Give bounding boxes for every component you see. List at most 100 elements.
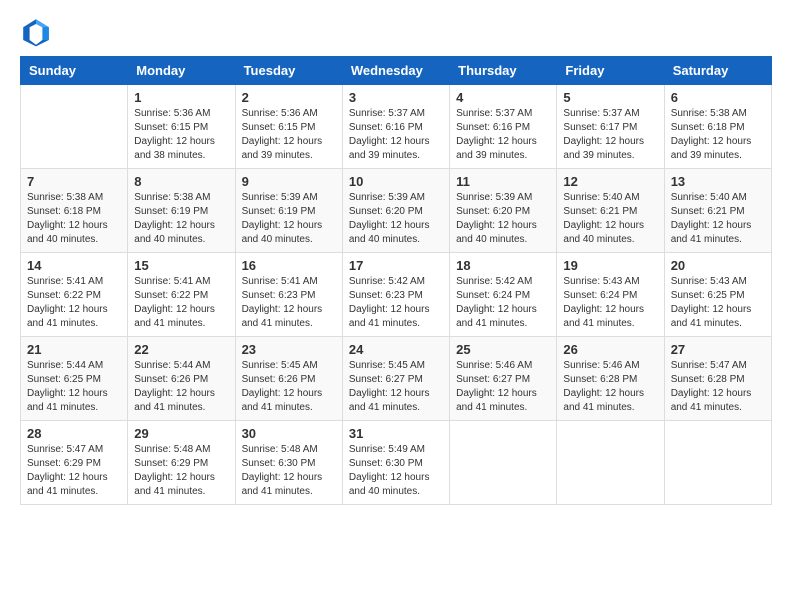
day-cell: 31 Sunrise: 5:49 AM Sunset: 6:30 PM Dayli… bbox=[342, 421, 449, 505]
day-number: 14 bbox=[27, 258, 121, 273]
day-cell: 16 Sunrise: 5:41 AM Sunset: 6:23 PM Dayli… bbox=[235, 253, 342, 337]
day-info: Sunrise: 5:41 AM Sunset: 6:22 PM Dayligh… bbox=[134, 275, 228, 331]
day-number: 8 bbox=[134, 174, 228, 189]
header-wednesday: Wednesday bbox=[342, 57, 449, 85]
day-info: Sunrise: 5:42 AM Sunset: 6:24 PM Dayligh… bbox=[456, 275, 550, 331]
day-info: Sunrise: 5:40 AM Sunset: 6:21 PM Dayligh… bbox=[671, 191, 765, 247]
day-number: 28 bbox=[27, 426, 121, 441]
day-cell bbox=[450, 421, 557, 505]
day-cell: 5 Sunrise: 5:37 AM Sunset: 6:17 PM Daylig… bbox=[557, 85, 664, 169]
calendar-table: SundayMondayTuesdayWednesdayThursdayFrid… bbox=[20, 56, 772, 505]
header-friday: Friday bbox=[557, 57, 664, 85]
day-info: Sunrise: 5:46 AM Sunset: 6:28 PM Dayligh… bbox=[563, 359, 657, 415]
day-info: Sunrise: 5:41 AM Sunset: 6:23 PM Dayligh… bbox=[242, 275, 336, 331]
day-cell: 7Sunrise: 5:38 AM Sunset: 6:18 PM Daylig… bbox=[21, 169, 128, 253]
day-info: Sunrise: 5:40 AM Sunset: 6:21 PM Dayligh… bbox=[563, 191, 657, 247]
day-cell: 14Sunrise: 5:41 AM Sunset: 6:22 PM Dayli… bbox=[21, 253, 128, 337]
day-cell: 29 Sunrise: 5:48 AM Sunset: 6:29 PM Dayli… bbox=[128, 421, 235, 505]
day-cell: 4Sunrise: 5:37 AM Sunset: 6:16 PM Daylig… bbox=[450, 85, 557, 169]
day-info: Sunrise: 5:46 AM Sunset: 6:27 PM Dayligh… bbox=[456, 359, 550, 415]
day-cell: 21 Sunrise: 5:44 AM Sunset: 6:25 PM Dayli… bbox=[21, 337, 128, 421]
day-cell: 15 Sunrise: 5:41 AM Sunset: 6:22 PM Dayli… bbox=[128, 253, 235, 337]
day-number: 27 bbox=[671, 342, 765, 357]
day-number: 4 bbox=[456, 90, 550, 105]
week-row-2: 14 Sunrise: 5:41 AM Sunset: 6:22 PM Dayli… bbox=[21, 253, 772, 337]
day-cell: 10Sunrise: 5:39 AM Sunset: 6:20 PM Dayli… bbox=[342, 169, 449, 253]
day-info: Sunrise: 5:39 AM Sunset: 6:20 PM Dayligh… bbox=[349, 191, 443, 247]
day-info: Sunrise: 5:38 AM Sunset: 6:18 PM Dayligh… bbox=[671, 107, 765, 163]
header-thursday: Thursday bbox=[450, 57, 557, 85]
day-number: 21 bbox=[27, 342, 121, 357]
day-number: 13 bbox=[671, 174, 765, 189]
day-cell: 6 Sunrise: 5:38 AM Sunset: 6:18 PM Daylig… bbox=[664, 85, 771, 169]
day-number: 20 bbox=[671, 258, 765, 273]
day-number: 19 bbox=[563, 258, 657, 273]
day-info: Sunrise: 5:43 AM Sunset: 6:24 PM Dayligh… bbox=[563, 275, 657, 331]
header-tuesday: Tuesday bbox=[235, 57, 342, 85]
logo bbox=[20, 16, 56, 48]
day-info: Sunrise: 5:38 AM Sunset: 6:18 PM Dayligh… bbox=[27, 191, 121, 247]
week-row-3: 21 Sunrise: 5:44 AM Sunset: 6:25 PM Dayli… bbox=[21, 337, 772, 421]
day-number: 11 bbox=[456, 174, 550, 189]
day-cell: 11Sunrise: 5:39 AM Sunset: 6:20 PM Dayli… bbox=[450, 169, 557, 253]
day-cell: 26 Sunrise: 5:46 AM Sunset: 6:28 PM Dayli… bbox=[557, 337, 664, 421]
day-number: 15 bbox=[134, 258, 228, 273]
day-info: Sunrise: 5:42 AM Sunset: 6:23 PM Dayligh… bbox=[349, 275, 443, 331]
day-cell: 8 Sunrise: 5:38 AM Sunset: 6:19 PM Daylig… bbox=[128, 169, 235, 253]
day-cell: 13 Sunrise: 5:40 AM Sunset: 6:21 PM Dayli… bbox=[664, 169, 771, 253]
week-row-1: 7Sunrise: 5:38 AM Sunset: 6:18 PM Daylig… bbox=[21, 169, 772, 253]
day-cell: 1 Sunrise: 5:36 AM Sunset: 6:15 PM Daylig… bbox=[128, 85, 235, 169]
day-number: 29 bbox=[134, 426, 228, 441]
day-cell: 30 Sunrise: 5:48 AM Sunset: 6:30 PM Dayli… bbox=[235, 421, 342, 505]
day-info: Sunrise: 5:45 AM Sunset: 6:27 PM Dayligh… bbox=[349, 359, 443, 415]
day-cell: 24 Sunrise: 5:45 AM Sunset: 6:27 PM Dayli… bbox=[342, 337, 449, 421]
day-number: 31 bbox=[349, 426, 443, 441]
day-cell: 25 Sunrise: 5:46 AM Sunset: 6:27 PM Dayli… bbox=[450, 337, 557, 421]
header bbox=[20, 16, 772, 48]
day-number: 17 bbox=[349, 258, 443, 273]
day-number: 6 bbox=[671, 90, 765, 105]
day-number: 26 bbox=[563, 342, 657, 357]
day-number: 2 bbox=[242, 90, 336, 105]
header-row: SundayMondayTuesdayWednesdayThursdayFrid… bbox=[21, 57, 772, 85]
week-row-4: 28 Sunrise: 5:47 AM Sunset: 6:29 PM Dayli… bbox=[21, 421, 772, 505]
day-info: Sunrise: 5:44 AM Sunset: 6:25 PM Dayligh… bbox=[27, 359, 121, 415]
day-cell bbox=[664, 421, 771, 505]
day-info: Sunrise: 5:44 AM Sunset: 6:26 PM Dayligh… bbox=[134, 359, 228, 415]
day-info: Sunrise: 5:37 AM Sunset: 6:17 PM Dayligh… bbox=[563, 107, 657, 163]
day-cell: 22 Sunrise: 5:44 AM Sunset: 6:26 PM Dayli… bbox=[128, 337, 235, 421]
day-cell: 19 Sunrise: 5:43 AM Sunset: 6:24 PM Dayli… bbox=[557, 253, 664, 337]
day-cell: 27 Sunrise: 5:47 AM Sunset: 6:28 PM Dayli… bbox=[664, 337, 771, 421]
day-info: Sunrise: 5:37 AM Sunset: 6:16 PM Dayligh… bbox=[349, 107, 443, 163]
day-number: 3 bbox=[349, 90, 443, 105]
day-number: 18 bbox=[456, 258, 550, 273]
day-info: Sunrise: 5:38 AM Sunset: 6:19 PM Dayligh… bbox=[134, 191, 228, 247]
day-number: 25 bbox=[456, 342, 550, 357]
day-info: Sunrise: 5:47 AM Sunset: 6:28 PM Dayligh… bbox=[671, 359, 765, 415]
day-cell bbox=[21, 85, 128, 169]
day-number: 16 bbox=[242, 258, 336, 273]
day-info: Sunrise: 5:47 AM Sunset: 6:29 PM Dayligh… bbox=[27, 443, 121, 499]
day-info: Sunrise: 5:45 AM Sunset: 6:26 PM Dayligh… bbox=[242, 359, 336, 415]
day-info: Sunrise: 5:48 AM Sunset: 6:29 PM Dayligh… bbox=[134, 443, 228, 499]
day-info: Sunrise: 5:49 AM Sunset: 6:30 PM Dayligh… bbox=[349, 443, 443, 499]
day-number: 1 bbox=[134, 90, 228, 105]
day-number: 24 bbox=[349, 342, 443, 357]
day-number: 22 bbox=[134, 342, 228, 357]
day-cell: 3 Sunrise: 5:37 AM Sunset: 6:16 PM Daylig… bbox=[342, 85, 449, 169]
day-cell: 18 Sunrise: 5:42 AM Sunset: 6:24 PM Dayli… bbox=[450, 253, 557, 337]
day-info: Sunrise: 5:43 AM Sunset: 6:25 PM Dayligh… bbox=[671, 275, 765, 331]
header-sunday: Sunday bbox=[21, 57, 128, 85]
logo-icon bbox=[20, 16, 52, 48]
day-info: Sunrise: 5:36 AM Sunset: 6:15 PM Dayligh… bbox=[134, 107, 228, 163]
day-number: 30 bbox=[242, 426, 336, 441]
day-cell bbox=[557, 421, 664, 505]
day-cell: 17 Sunrise: 5:42 AM Sunset: 6:23 PM Dayli… bbox=[342, 253, 449, 337]
day-info: Sunrise: 5:48 AM Sunset: 6:30 PM Dayligh… bbox=[242, 443, 336, 499]
day-cell: 20 Sunrise: 5:43 AM Sunset: 6:25 PM Dayli… bbox=[664, 253, 771, 337]
day-info: Sunrise: 5:39 AM Sunset: 6:19 PM Dayligh… bbox=[242, 191, 336, 247]
day-number: 9 bbox=[242, 174, 336, 189]
day-cell: 2Sunrise: 5:36 AM Sunset: 6:15 PM Daylig… bbox=[235, 85, 342, 169]
day-number: 5 bbox=[563, 90, 657, 105]
day-number: 12 bbox=[563, 174, 657, 189]
